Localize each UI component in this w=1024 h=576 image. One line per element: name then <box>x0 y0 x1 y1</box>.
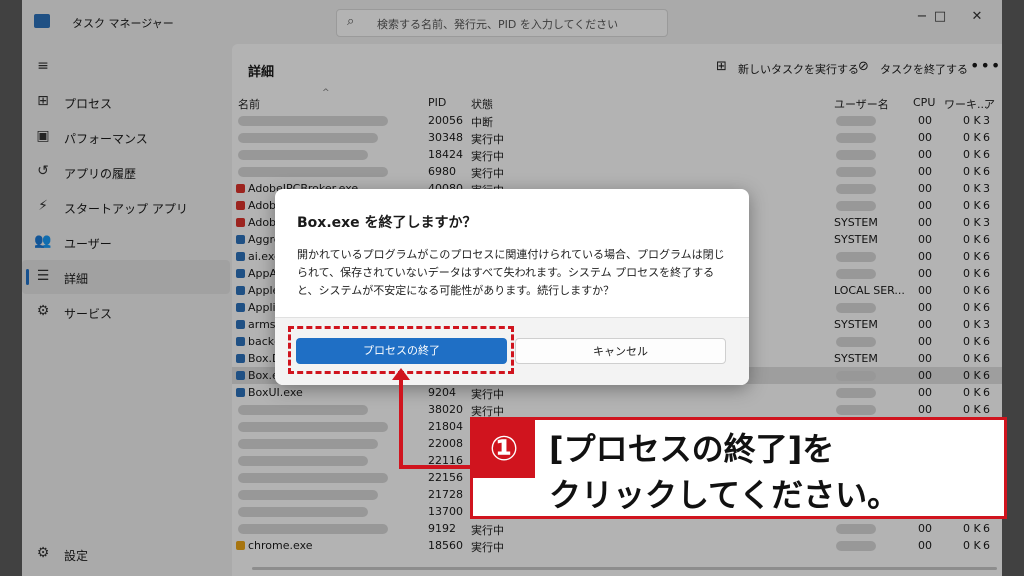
dialog-message: 開かれているプログラムがこのプロセスに関連付けられている場合、プログラムは閉じら… <box>297 248 725 297</box>
callout-line-1: [プロセスの終了]を <box>549 430 835 468</box>
step-number-badge: ① <box>473 420 535 478</box>
callout-line-2: クリックしてください。 <box>549 476 900 514</box>
cancel-button[interactable]: キャンセル <box>515 338 726 364</box>
highlight-box <box>288 326 514 374</box>
arrow-line-vertical <box>399 377 403 469</box>
arrow-line-horizontal <box>399 465 471 469</box>
instruction-callout: ① [プロセスの終了]を クリックしてください。 <box>470 417 1007 519</box>
dialog-title: Box.exe を終了しますか？ <box>297 215 477 231</box>
